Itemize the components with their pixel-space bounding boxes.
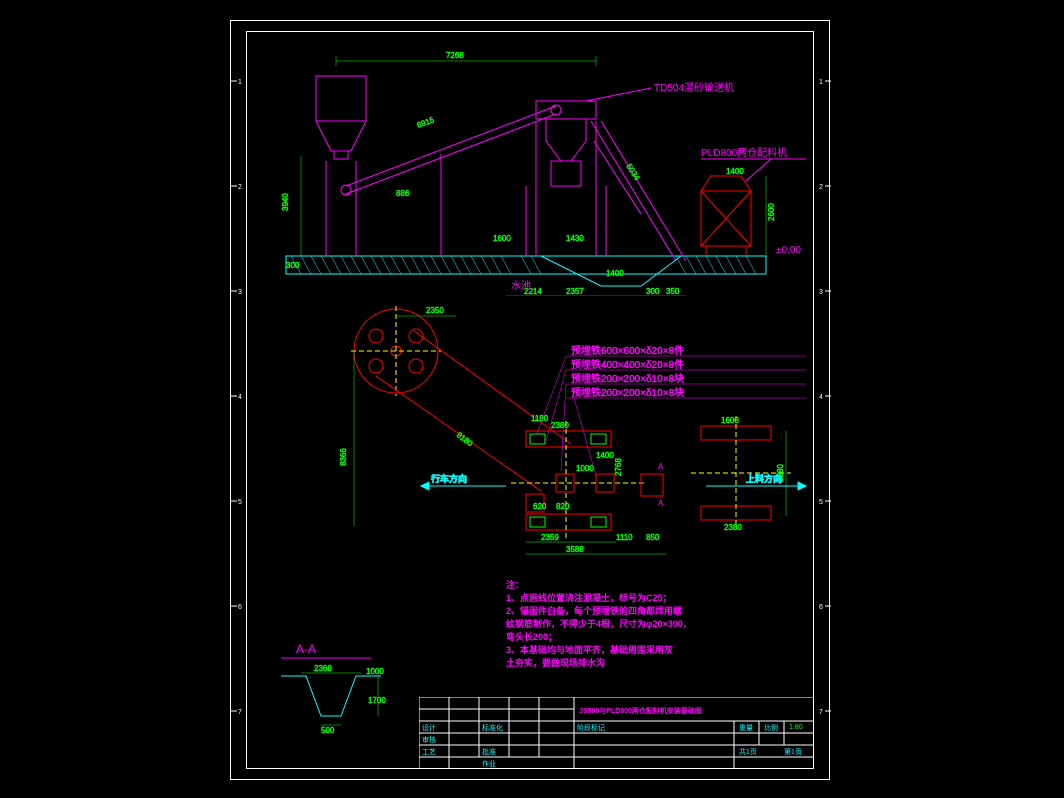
- tick-r3: 3: [819, 289, 823, 296]
- cad-viewport: 1 2 3 4 5 6 7 1 2 3 4 5 6: [0, 0, 1064, 798]
- dim-fw2: 820: [556, 502, 570, 511]
- svg-text:A: A: [658, 499, 664, 508]
- tb-weight: 重量: [739, 724, 753, 732]
- tick-5: 5: [238, 499, 242, 506]
- dim-lane2: 350: [666, 287, 680, 296]
- cement-silo: [316, 76, 366, 256]
- dim-pit-depth: 1400: [606, 269, 624, 278]
- tick-r1: 1: [819, 79, 823, 86]
- border-ticks-right: 1 2 3 4 5 6 7: [819, 79, 831, 716]
- conveyor-label: TD504混砂输送机: [654, 81, 734, 94]
- note-5: 3、本基础均与地面平齐，基础周围采用灰: [506, 644, 673, 655]
- tick-6: 6: [238, 604, 242, 611]
- note-2: 2、锚固件自备，每个预埋铁的四角都焊用螺: [506, 605, 682, 616]
- embed4-label: 预埋铁200×200×δ10×8块: [571, 386, 684, 399]
- direction-left: 行车方向: [431, 473, 467, 484]
- dim-left-gap: 886: [396, 189, 410, 198]
- svg-text:A: A: [658, 462, 664, 471]
- sec-d: 1700: [368, 696, 386, 705]
- embed2-label: 预埋铁400×400×δ20×8件: [571, 358, 684, 371]
- section-title: A-A: [296, 642, 316, 656]
- dim-fw4: 1000: [576, 464, 594, 473]
- border-ticks-left: 1 2 3 4 5 6 7: [231, 79, 242, 716]
- tb-scale-val: 1:80: [789, 724, 803, 731]
- embed3-label: 预埋铁200×200×δ10×8块: [571, 372, 684, 385]
- tb-design: 设计: [422, 723, 436, 732]
- note-6: 土夯实，要做现场排水沟: [506, 657, 605, 668]
- drawing-title: JS500与PLD800两仓配料机安装基础图: [579, 706, 702, 715]
- tb-stage: 阶段标记: [577, 723, 605, 732]
- elevation-view: 7268 6915 3940 886 2214 2357 3589 59: [246, 46, 816, 296]
- dim-diag: 8180: [455, 430, 475, 448]
- sec-b: 500: [321, 726, 335, 735]
- tb-process: 工艺: [422, 748, 436, 756]
- dim-lane1: 300: [646, 287, 660, 296]
- batching-label: PLD800两仓配料机: [701, 146, 787, 159]
- title-block: JS500与PLD800两仓配料机安装基础图 设计 标准化 阶段标记 重量 比例…: [419, 697, 814, 769]
- dim-span-top: 7268: [446, 51, 464, 60]
- dim-right-h1: 2600: [767, 203, 776, 221]
- tb-sheet: 共1页: [739, 747, 757, 756]
- dim-conveyor: 6915: [416, 115, 436, 130]
- plan-view: A A 2350 8366 8180 2380: [246, 296, 816, 556]
- dim-rpad1: 1600: [721, 416, 739, 425]
- mixer-tower: [526, 101, 606, 256]
- tb-page: 第1页: [784, 747, 802, 756]
- note-3: 纹钢筋制作，不得少于4根，尺寸为φ20×300，: [506, 618, 692, 629]
- tb-approve: 批准: [482, 747, 496, 756]
- tick-r5: 5: [819, 499, 823, 506]
- dim-pad3: 2359: [541, 533, 559, 542]
- water-tank-label: 水池: [511, 279, 531, 292]
- dim-left-h: 3940: [281, 193, 290, 211]
- datum-label: ±0.00: [776, 245, 801, 256]
- dim-rpad3: 2380: [724, 523, 742, 532]
- notes-block: 注： 1、点画线位置浇注混凝土，标号为C25； 2、锚固件自备，每个预埋铁的四角…: [506, 576, 806, 676]
- tick-4: 4: [238, 394, 242, 401]
- tb-scale: 比例: [764, 723, 778, 732]
- dim-right-w: 1400: [726, 167, 744, 176]
- dim-plan-h: 8366: [339, 448, 348, 466]
- tick-3: 3: [238, 289, 242, 296]
- tb-review: 审核: [422, 735, 436, 744]
- tick-r2: 2: [819, 184, 823, 191]
- dim-fw1h: 1180: [531, 414, 549, 423]
- tick-r6: 6: [819, 604, 823, 611]
- note-heading: 注：: [506, 579, 524, 590]
- loader-ramp: [591, 121, 686, 261]
- dim-fh1: 2768: [614, 458, 623, 476]
- tb-op: 作业: [482, 759, 496, 768]
- note-4: 弯头长200；: [506, 631, 557, 643]
- dim-fw1: 2380: [551, 421, 569, 430]
- dim-mid-gap: 1600: [493, 234, 511, 243]
- mixer-foundation-plan: [511, 421, 646, 541]
- dim-pit-w2: 2357: [566, 287, 584, 296]
- dim-fw6: 850: [646, 533, 660, 542]
- sec-off: 1000: [366, 667, 384, 676]
- dim-silo-dia: 2350: [426, 306, 444, 315]
- tb-std: 标准化: [482, 723, 503, 732]
- dim-fw5: 1110: [616, 533, 633, 542]
- batching-machine: [701, 176, 751, 256]
- tick-r7: 7: [819, 709, 823, 716]
- section-view: A-A 2368 1000 1700 500: [266, 641, 396, 751]
- direction-right: 上料方向: [746, 473, 782, 484]
- dim-right-h2: 1430: [566, 234, 584, 243]
- dim-drop: 300: [286, 261, 300, 270]
- tick-7: 7: [238, 709, 242, 716]
- tick-2: 2: [238, 184, 242, 191]
- tick-1: 1: [238, 79, 242, 86]
- conveyor: [341, 105, 561, 256]
- drawing-frame: 1 2 3 4 5 6 7 1 2 3 4 5 6: [230, 20, 830, 780]
- dim-fw7: 620: [533, 502, 547, 511]
- embed1-label: 预埋铁600×600×δ20×8件: [571, 344, 684, 357]
- tick-r4: 4: [819, 394, 823, 401]
- dim-fh2: 1400: [596, 451, 614, 460]
- sec-w: 2368: [314, 664, 332, 673]
- dim-pad1: 3588: [566, 545, 584, 554]
- note-1: 1、点画线位置浇注混凝土，标号为C25；: [506, 592, 672, 604]
